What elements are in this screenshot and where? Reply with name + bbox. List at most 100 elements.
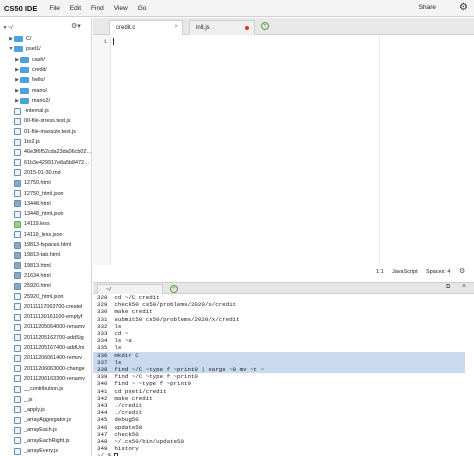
tree-file[interactable]: 14119_less.json	[8, 230, 63, 240]
menu-file[interactable]: File	[49, 5, 59, 12]
editor-gear-icon[interactable]: ⚙	[459, 267, 465, 275]
tree-item-label: -internal.js	[24, 108, 49, 115]
terminal-line: 347 check50	[97, 431, 139, 438]
tree-file[interactable]: _apply.js	[8, 405, 45, 415]
tree-file[interactable]: __contribution.js	[8, 384, 63, 394]
tab-credit-c[interactable]: credit.c ×	[109, 20, 183, 35]
file-icon	[14, 303, 21, 311]
tree-file[interactable]: 01-file-maxsize.test.js	[8, 127, 76, 137]
file-icon	[14, 375, 21, 383]
prompt-text: ~/ $	[97, 452, 111, 456]
tree-file[interactable]: 20111130161100-emptyf	[8, 312, 82, 322]
tree-file[interactable]: 19813-tab.html	[8, 250, 60, 260]
tab-init-js[interactable]: init.js	[189, 20, 255, 35]
tree-folder[interactable]: ▶ cash/	[14, 55, 45, 65]
tree-gear-icon[interactable]: ⚙▾	[71, 22, 81, 30]
tree-file[interactable]: 20111117063700-createl	[8, 302, 82, 312]
tree-file[interactable]: _arrayEach.js	[8, 425, 57, 435]
tree-item-label: 20111205162700-addSig	[24, 334, 84, 341]
tree-file[interactable]: 19813-fspaces.html	[8, 240, 71, 250]
new-tab-plus-icon[interactable]: +	[261, 22, 269, 30]
tree-file[interactable]: 20111205064000-renamv	[8, 322, 85, 332]
tree-item-label: 12750.html	[24, 180, 51, 187]
tree-file[interactable]: 14119.less	[8, 219, 50, 229]
history-command: history	[114, 445, 139, 453]
tree-item-label: 13448_html.json	[24, 211, 64, 218]
tree-file[interactable]: 2015-01-30.md	[8, 168, 61, 178]
tree-file[interactable]: 20111205162700-addSig	[8, 333, 84, 343]
editor-tab-bar: credit.c × init.js +	[93, 18, 474, 35]
tree-item-label: 12750_html.json	[24, 190, 64, 197]
tree-file[interactable]: 12750.html	[8, 178, 51, 188]
tree-folder[interactable]: ▶ mario2/	[14, 96, 50, 106]
tree-file[interactable]: 25920.html	[8, 281, 51, 291]
tree-file[interactable]: 13448.html	[8, 199, 51, 209]
tree-file[interactable]: _.js	[8, 395, 32, 405]
history-command: ls	[114, 358, 122, 366]
file-icon	[14, 334, 21, 342]
new-terminal-plus-icon[interactable]: +	[170, 285, 178, 293]
tree-file[interactable]: -internal.js	[8, 106, 49, 116]
tree-root[interactable]: ▼ ~/	[2, 23, 13, 33]
file-icon	[14, 365, 21, 373]
tree-folder[interactable]: ▶ hello/	[14, 75, 45, 85]
tree-folder[interactable]: ▼ pset1/	[8, 44, 41, 54]
tree-file[interactable]: 25920_html.json	[8, 292, 64, 302]
tree-folder[interactable]: ▶ credit/	[14, 65, 47, 75]
tree-file[interactable]: 1to2.js	[8, 137, 40, 147]
maximize-icon[interactable]: ⧉	[446, 284, 450, 291]
tree-item-label: 14119_less.json	[24, 231, 63, 238]
terminal-tab[interactable]: ~/	[97, 284, 163, 294]
tree-file[interactable]: _arrayEvery.js	[8, 446, 58, 456]
tree-folder[interactable]: ▶ mario/	[14, 86, 47, 96]
tree-file[interactable]: 20111206063000-change	[8, 364, 85, 374]
tree-file[interactable]: _arrayEachRight.js	[8, 436, 70, 446]
history-command: submit50 cs50/problems/2020/x/credit	[114, 315, 240, 323]
history-number: 339	[97, 373, 108, 381]
terminal-line: 346 update50	[97, 424, 142, 431]
terminal-prompt[interactable]: ~/ $	[97, 452, 118, 456]
indent-setting[interactable]: Spaces: 4	[426, 269, 450, 275]
language-mode[interactable]: JavaScript	[392, 269, 418, 275]
tree-item-label: 20111130161100-emptyf	[24, 314, 83, 321]
settings-gear-icon[interactable]: ⚙	[459, 2, 468, 13]
history-number: 342	[97, 394, 108, 402]
terminal-line: 330 make credit	[97, 308, 153, 315]
tree-file[interactable]: 20111205167400-addUni	[8, 343, 84, 353]
tree-file[interactable]: 00-file-stress.test.js	[8, 116, 70, 126]
terminal-line: 348 ~/.cs50/bin/update50	[97, 438, 184, 445]
file-icon	[14, 200, 21, 208]
tree-folder[interactable]: ▶ C/	[8, 34, 31, 44]
tree-file[interactable]: 12750_html.json	[8, 189, 64, 199]
history-number: 346	[97, 423, 108, 431]
file-icon	[14, 344, 21, 352]
tree-file[interactable]: 21634.html	[8, 271, 51, 281]
tree-file[interactable]: 20111206163300-renamv	[8, 374, 85, 384]
menu-find[interactable]: Find	[91, 5, 104, 12]
tree-file[interactable]: 19813.html	[8, 261, 51, 271]
menu-view[interactable]: View	[114, 5, 128, 12]
close-icon[interactable]: ×	[174, 24, 178, 30]
tree-item-label: 46e3f6f52cda23da06cb02…	[24, 149, 92, 156]
cursor-position[interactable]: 1:1	[376, 269, 384, 275]
history-number: 330	[97, 308, 108, 316]
share-button[interactable]: Share	[419, 4, 436, 11]
tree-item-label: 25920_html.json	[24, 293, 64, 300]
terminal-line: 333 cd ~	[97, 330, 128, 337]
tree-file[interactable]: 46e3f6f52cda23da06cb02…	[8, 147, 92, 157]
editor-status-bar: 1:1 JavaScript Spaces: 4 ⚙	[93, 265, 474, 282]
line-number: 1	[103, 38, 107, 45]
menu-edit[interactable]: Edit	[70, 5, 81, 12]
terminal[interactable]: 328 cd ~/C credit 329 check50 cs50/proble…	[93, 294, 474, 456]
file-icon	[14, 354, 21, 362]
file-icon	[14, 313, 21, 321]
terminal-line: 349 history	[97, 445, 139, 452]
tree-file[interactable]: 13448_html.json	[8, 209, 64, 219]
history-number: 338	[97, 366, 108, 373]
close-panel-icon[interactable]: ×	[462, 283, 466, 290]
tree-file[interactable]: 20111206061400-remov	[8, 353, 82, 363]
tree-file[interactable]: 61b3e429917e8a5b8472…	[8, 158, 89, 168]
menu-go[interactable]: Go	[138, 5, 147, 12]
tree-item-label: C/	[26, 36, 32, 42]
tree-file[interactable]: _arrayAggregator.js	[8, 415, 71, 425]
